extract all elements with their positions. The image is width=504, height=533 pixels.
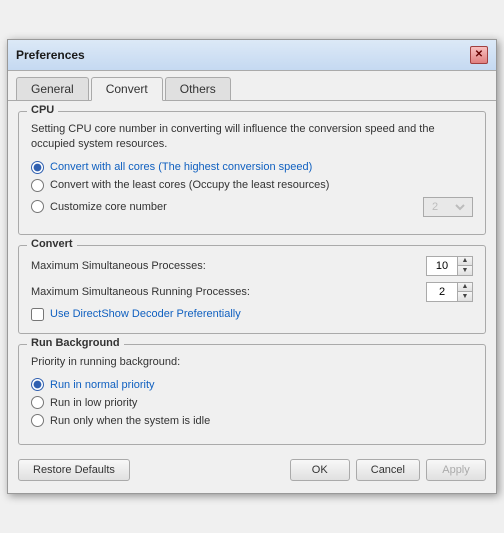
least-cores-row: Convert with the least cores (Occupy the…	[31, 179, 473, 192]
tab-general[interactable]: General	[16, 77, 89, 100]
max-simultaneous-row: Maximum Simultaneous Processes: ▲ ▼	[31, 256, 473, 276]
cancel-button[interactable]: Cancel	[356, 459, 420, 481]
all-cores-row: Convert with all cores (The highest conv…	[31, 161, 473, 174]
directshow-label: Use DirectShow Decoder Preferentially	[50, 308, 241, 320]
cpu-description: Setting CPU core number in converting wi…	[31, 122, 473, 153]
customize-cores-radio[interactable]	[31, 200, 44, 213]
run-background-group-label: Run Background	[27, 337, 124, 349]
close-button[interactable]: ✕	[470, 46, 488, 64]
all-cores-label: Convert with all cores (The highest conv…	[50, 161, 312, 173]
normal-priority-radio[interactable]	[31, 378, 44, 391]
max-running-spinner[interactable]: ▲ ▼	[426, 282, 473, 302]
directshow-row: Use DirectShow Decoder Preferentially	[31, 308, 473, 321]
low-priority-label: Run in low priority	[50, 397, 137, 409]
directshow-checkbox[interactable]	[31, 308, 44, 321]
low-priority-row: Run in low priority	[31, 396, 473, 409]
normal-priority-label: Run in normal priority	[50, 379, 155, 391]
core-count-dropdown[interactable]: 2 4 8	[428, 200, 468, 214]
tab-others[interactable]: Others	[165, 77, 231, 100]
cpu-group-label: CPU	[27, 104, 58, 116]
idle-priority-radio[interactable]	[31, 414, 44, 427]
preferences-window: Preferences ✕ General Convert Others CPU…	[7, 39, 497, 494]
max-running-down[interactable]: ▼	[458, 292, 472, 301]
max-running-spinner-buttons: ▲ ▼	[457, 283, 472, 301]
max-simultaneous-input[interactable]	[427, 257, 457, 275]
window-title: Preferences	[16, 48, 85, 62]
idle-priority-row: Run only when the system is idle	[31, 414, 473, 427]
customize-cores-row: Customize core number 2 4 8	[31, 197, 473, 217]
max-running-label: Maximum Simultaneous Running Processes:	[31, 286, 426, 298]
run-background-group: Run Background Priority in running backg…	[18, 344, 486, 445]
convert-group: Convert Maximum Simultaneous Processes: …	[18, 245, 486, 334]
normal-priority-row: Run in normal priority	[31, 378, 473, 391]
max-simultaneous-down[interactable]: ▼	[458, 266, 472, 275]
core-count-select[interactable]: 2 4 8	[423, 197, 473, 217]
max-simultaneous-up[interactable]: ▲	[458, 257, 472, 266]
cpu-group: CPU Setting CPU core number in convertin…	[18, 111, 486, 235]
max-simultaneous-label: Maximum Simultaneous Processes:	[31, 260, 426, 272]
max-running-input[interactable]	[427, 283, 457, 301]
least-cores-label: Convert with the least cores (Occupy the…	[50, 179, 329, 191]
restore-defaults-button[interactable]: Restore Defaults	[18, 459, 130, 481]
least-cores-radio[interactable]	[31, 179, 44, 192]
ok-button[interactable]: OK	[290, 459, 350, 481]
tabs-bar: General Convert Others	[8, 71, 496, 101]
all-cores-radio[interactable]	[31, 161, 44, 174]
low-priority-radio[interactable]	[31, 396, 44, 409]
idle-priority-label: Run only when the system is idle	[50, 415, 210, 427]
max-simultaneous-spinner-buttons: ▲ ▼	[457, 257, 472, 275]
convert-group-label: Convert	[27, 238, 77, 250]
max-running-row: Maximum Simultaneous Running Processes: …	[31, 282, 473, 302]
max-running-up[interactable]: ▲	[458, 283, 472, 292]
tab-convert[interactable]: Convert	[91, 77, 163, 101]
run-background-description: Priority in running background:	[31, 355, 473, 370]
apply-button[interactable]: Apply	[426, 459, 486, 481]
title-bar: Preferences ✕	[8, 40, 496, 71]
customize-cores-label: Customize core number	[50, 201, 167, 213]
content-area: CPU Setting CPU core number in convertin…	[8, 101, 496, 493]
max-simultaneous-spinner[interactable]: ▲ ▼	[426, 256, 473, 276]
bottom-buttons: Restore Defaults OK Cancel Apply	[18, 455, 486, 483]
